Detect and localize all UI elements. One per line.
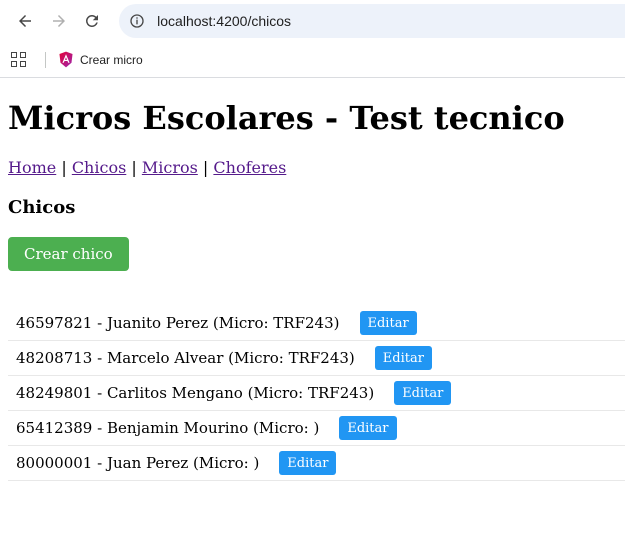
url-text: localhost:4200/chicos (157, 13, 292, 29)
address-bar[interactable]: localhost:4200/chicos (119, 4, 625, 38)
page-content: Micros Escolares - Test tecnico Home | C… (0, 99, 625, 481)
list-item-text: 46597821 - Juanito Perez (Micro: TRF243) (16, 314, 340, 332)
nav-link-chicos[interactable]: Chicos (72, 158, 126, 177)
list-item-text: 65412389 - Benjamin Mourino (Micro: ) (16, 419, 320, 437)
chicos-list: 46597821 - Juanito Perez (Micro: TRF243)… (8, 306, 625, 481)
bookmark-label: Crear micro (80, 52, 143, 67)
nav-link-micros[interactable]: Micros (142, 158, 198, 177)
browser-toolbar: localhost:4200/chicos (0, 0, 625, 42)
list-item-text: 48208713 - Marcelo Alvear (Micro: TRF243… (16, 349, 355, 367)
edit-button[interactable]: Editar (279, 451, 337, 475)
edit-button[interactable]: Editar (339, 416, 397, 440)
page-title: Micros Escolares - Test tecnico (8, 99, 565, 137)
apps-grid-icon[interactable] (11, 51, 27, 68)
list-item: 46597821 - Juanito Perez (Micro: TRF243)… (8, 306, 625, 341)
back-button[interactable] (8, 4, 42, 38)
nav-separator: | (131, 158, 137, 177)
bookmark-crear-micro[interactable]: Crear micro (58, 51, 143, 68)
list-item: 48208713 - Marcelo Alvear (Micro: TRF243… (8, 341, 625, 376)
nav-separator: | (61, 158, 67, 177)
list-item-text: 80000001 - Juan Perez (Micro: ) (16, 454, 260, 472)
list-item: 48249801 - Carlitos Mengano (Micro: TRF2… (8, 376, 625, 411)
forward-button[interactable] (42, 4, 76, 38)
nav-separator: | (202, 158, 209, 177)
list-item: 65412389 - Benjamin Mourino (Micro: ) Ed… (8, 411, 625, 446)
nav-link-home[interactable]: Home (8, 158, 56, 177)
main-nav: Home | Chicos | Micros | Choferes (8, 158, 617, 177)
forward-arrow-icon (52, 15, 65, 27)
back-arrow-icon (18, 15, 31, 27)
list-item-text: 48249801 - Carlitos Mengano (Micro: TRF2… (16, 384, 375, 402)
edit-button[interactable]: Editar (394, 381, 452, 405)
list-item: 80000001 - Juan Perez (Micro: ) Editar (8, 446, 625, 481)
edit-button[interactable]: Editar (359, 311, 417, 335)
nav-link-choferes[interactable]: Choferes (213, 158, 286, 177)
reload-button[interactable] (75, 4, 109, 38)
bookmarks-bar: Crear micro (0, 42, 625, 78)
section-title: Chicos (8, 197, 76, 218)
create-chico-button[interactable]: Crear chico (8, 237, 129, 271)
angular-logo-icon (59, 51, 73, 68)
reload-icon (86, 14, 99, 27)
bookmarks-separator (45, 51, 46, 68)
site-info-icon[interactable] (129, 13, 145, 29)
edit-button[interactable]: Editar (374, 346, 432, 370)
